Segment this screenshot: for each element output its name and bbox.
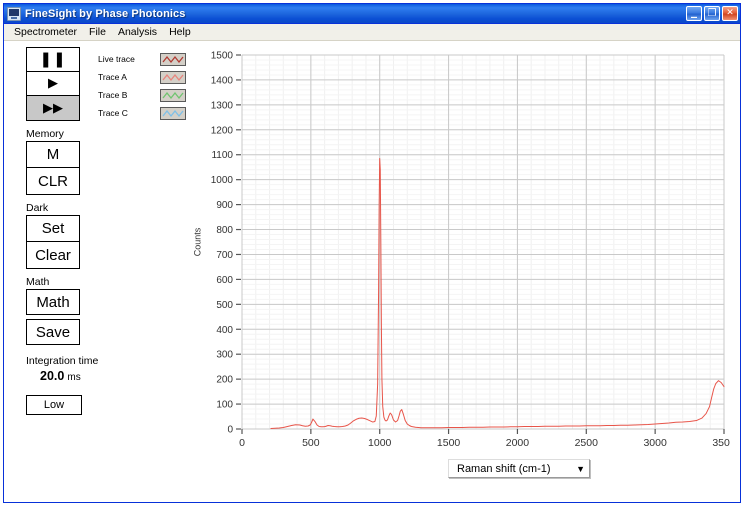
svg-text:1200: 1200	[211, 125, 234, 136]
maximize-icon: ❐	[707, 8, 717, 19]
svg-text:700: 700	[216, 250, 233, 261]
legend-label-trace-a: Trace A	[98, 72, 127, 82]
save-button[interactable]: Save	[26, 319, 80, 345]
play-button[interactable]: ▶	[27, 72, 79, 96]
legend-label-trace-c: Trace C	[98, 108, 128, 118]
gain-low-button[interactable]: Low	[26, 395, 82, 415]
app-icon	[7, 6, 21, 21]
svg-text:2500: 2500	[575, 437, 599, 449]
title-bar: FineSight by Phase Photonics _ ❐ ✕	[4, 4, 740, 24]
control-panel: ❚❚ ▶ ▶▶ Live trace Trace A Trace B Trace…	[26, 47, 186, 415]
math-group-label: Math	[26, 276, 50, 288]
svg-text:300: 300	[216, 350, 233, 361]
minimize-icon: _	[691, 4, 697, 18]
integration-time-value-row[interactable]: 20.0 ms	[26, 369, 186, 383]
pause-button[interactable]: ❚❚	[27, 48, 79, 72]
svg-text:0: 0	[239, 437, 245, 449]
trace-legend: Live trace Trace A Trace B Trace C	[98, 51, 186, 123]
svg-text:900: 900	[216, 200, 233, 211]
integration-time-value: 20.0	[40, 369, 65, 383]
legend-row-live-trace[interactable]: Live trace	[98, 51, 186, 67]
window-controls: _ ❐ ✕	[686, 4, 738, 21]
dark-set-button[interactable]: Set	[27, 216, 79, 242]
svg-text:3500: 3500	[712, 437, 730, 449]
svg-text:0: 0	[227, 425, 233, 436]
legend-label-trace-b: Trace B	[98, 90, 128, 100]
legend-row-trace-b[interactable]: Trace B	[98, 87, 186, 103]
plot-canvas[interactable]: 0 100 200 300 400 500 600 700 800 900 1000 1100 1200…	[190, 47, 730, 457]
client-area: ❚❚ ▶ ▶▶ Live trace Trace A Trace B Trace…	[4, 41, 740, 502]
svg-text:1000: 1000	[368, 437, 392, 449]
svg-text:100: 100	[216, 400, 233, 411]
play-icon: ▶	[48, 76, 58, 91]
dark-clear-button[interactable]: Clear	[27, 242, 79, 268]
x-axis-unit-selector[interactable]: Raman shift (cm-1) ▼	[448, 459, 590, 478]
math-button[interactable]: Math	[26, 289, 80, 315]
svg-text:500: 500	[302, 437, 320, 449]
svg-text:600: 600	[216, 275, 233, 286]
waveform-icon-live-trace[interactable]	[160, 52, 186, 66]
legend-label-live-trace: Live trace	[98, 54, 135, 64]
menu-item-file[interactable]: File	[83, 25, 112, 39]
svg-text:2000: 2000	[506, 437, 530, 449]
memory-store-button[interactable]: M	[27, 142, 79, 168]
spectrum-plot: Counts 0 100 200 300 400 500 600 700 800 900 1000 1…	[190, 47, 730, 502]
memory-clear-button[interactable]: CLR	[27, 168, 79, 194]
svg-text:400: 400	[216, 325, 233, 336]
fast-forward-button[interactable]: ▶▶	[27, 96, 79, 120]
svg-text:1500: 1500	[437, 437, 461, 449]
legend-row-trace-c[interactable]: Trace C	[98, 105, 186, 121]
integration-time-label: Integration time	[26, 355, 99, 367]
memory-button-group: M CLR	[26, 141, 80, 195]
svg-text:1100: 1100	[211, 150, 233, 161]
minimize-button[interactable]: _	[686, 4, 702, 21]
menu-item-help[interactable]: Help	[163, 25, 197, 39]
svg-text:1000: 1000	[211, 175, 234, 186]
x-axis-unit-label: Raman shift (cm-1)	[457, 462, 551, 475]
menu-bar: Spectrometer File Analysis Help	[4, 24, 740, 41]
dark-button-group: Set Clear	[26, 215, 80, 269]
svg-text:3000: 3000	[643, 437, 667, 449]
waveform-icon-trace-c[interactable]	[160, 106, 186, 120]
svg-text:1500: 1500	[211, 51, 234, 62]
dark-group-label: Dark	[26, 202, 49, 214]
memory-group-label: Memory	[26, 128, 64, 140]
integration-time-units: ms	[67, 372, 81, 383]
maximize-button[interactable]: ❐	[704, 6, 720, 21]
legend-row-trace-a[interactable]: Trace A	[98, 69, 186, 85]
chevron-down-icon: ▼	[576, 463, 585, 474]
close-icon: ✕	[726, 8, 734, 18]
waveform-icon-trace-a[interactable]	[160, 70, 186, 84]
window-title: FineSight by Phase Photonics	[25, 7, 186, 20]
pause-icon: ❚❚	[39, 50, 67, 68]
svg-text:1300: 1300	[211, 100, 234, 111]
application-window: FineSight by Phase Photonics _ ❐ ✕ Spect…	[3, 3, 741, 503]
svg-text:500: 500	[216, 300, 233, 311]
svg-text:800: 800	[216, 225, 233, 236]
menu-item-analysis[interactable]: Analysis	[112, 25, 163, 39]
menu-item-spectrometer[interactable]: Spectrometer	[8, 25, 83, 39]
transport-button-group: ❚❚ ▶ ▶▶	[26, 47, 80, 121]
waveform-icon-trace-b[interactable]	[160, 88, 186, 102]
svg-text:1400: 1400	[211, 75, 234, 86]
svg-text:200: 200	[216, 375, 233, 386]
close-button[interactable]: ✕	[722, 6, 738, 21]
fast-forward-icon: ▶▶	[43, 100, 63, 116]
